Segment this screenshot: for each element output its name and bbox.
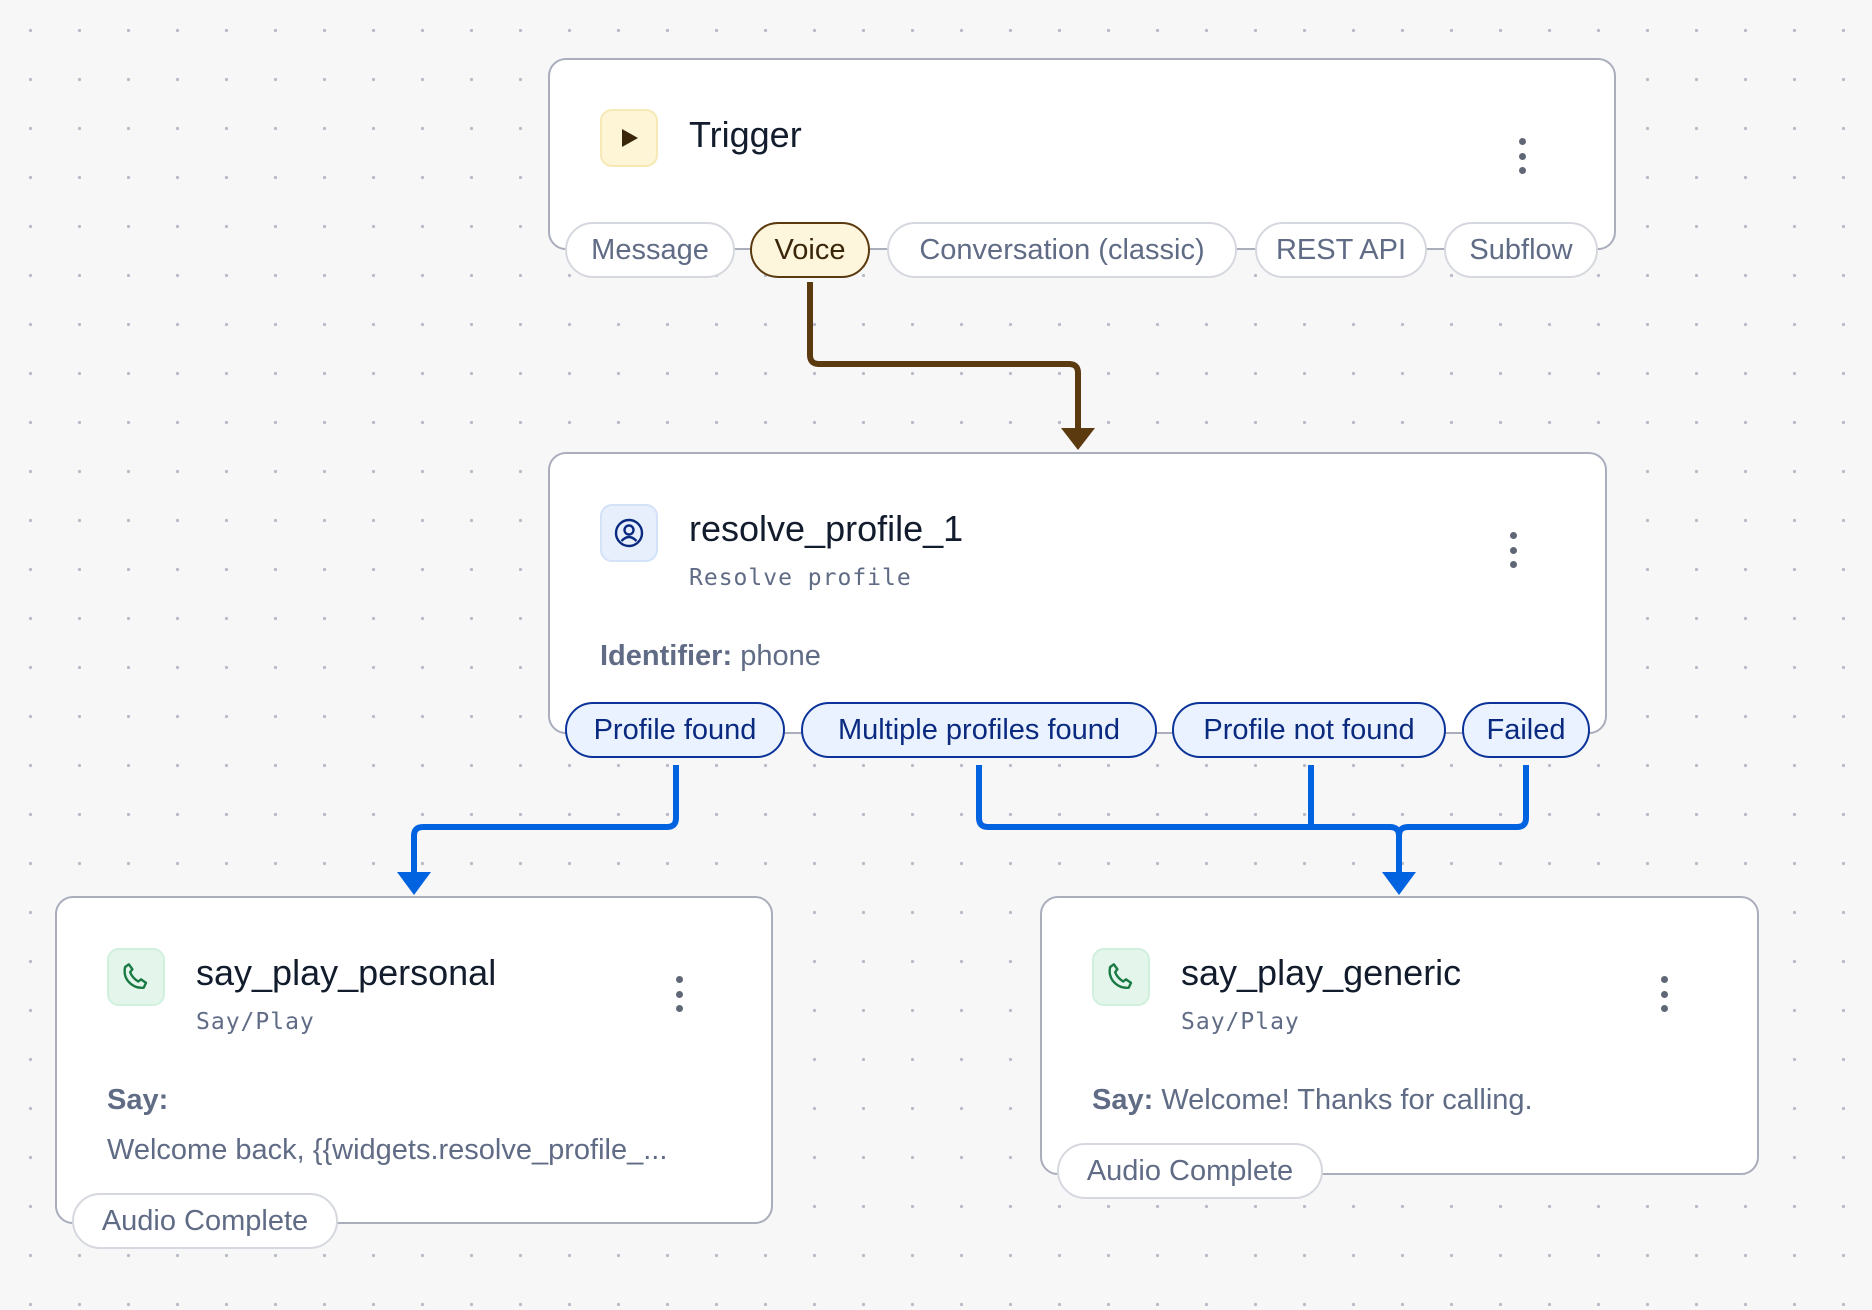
kebab-dot-icon bbox=[1660, 1005, 1668, 1012]
voice-connection-arrow bbox=[1061, 428, 1095, 450]
kebab-dot-icon bbox=[1509, 546, 1517, 554]
identifier-value: phone bbox=[740, 640, 821, 672]
widget-type-label: Say/Play bbox=[196, 1009, 315, 1035]
kebab-dot-icon bbox=[1660, 976, 1668, 983]
port-profile-found[interactable]: Profile found bbox=[565, 702, 785, 758]
widget-title: say_play_generic bbox=[1181, 952, 1462, 993]
say-label: Say: bbox=[1092, 1084, 1154, 1116]
widget-title: Trigger bbox=[689, 114, 802, 155]
say-label: Say: bbox=[107, 1084, 169, 1116]
user-profile-icon bbox=[600, 504, 658, 562]
kebab-dot-icon bbox=[675, 1005, 683, 1012]
widget-type-label: Say/Play bbox=[1181, 1009, 1300, 1035]
generic-connection-arrow bbox=[1382, 872, 1416, 895]
port-failed[interactable]: Failed bbox=[1462, 702, 1590, 758]
kebab-dot-icon bbox=[1509, 561, 1517, 568]
kebab-dot-icon bbox=[1509, 532, 1517, 539]
profile-found-connection-line[interactable] bbox=[411, 765, 679, 875]
resolve-profile-widget[interactable]: resolve_profile_1 Resolve profile Identi… bbox=[548, 452, 1607, 734]
port-audio-complete[interactable]: Audio Complete bbox=[1057, 1143, 1323, 1199]
port-voice[interactable]: Voice bbox=[750, 222, 870, 278]
phone-icon bbox=[107, 948, 165, 1006]
port-profile-not-found[interactable]: Profile not found bbox=[1172, 702, 1446, 758]
widget-menu-button[interactable] bbox=[667, 972, 691, 1016]
say-play-generic-widget[interactable]: say_play_generic Say/Play Say: Welcome! … bbox=[1040, 896, 1759, 1175]
play-icon bbox=[600, 109, 658, 167]
say-play-personal-widget[interactable]: say_play_personal Say/Play Say: Welcome … bbox=[55, 896, 773, 1224]
identifier-detail: Identifier: phone bbox=[600, 638, 821, 674]
kebab-dot-icon bbox=[1518, 138, 1526, 145]
identifier-label: Identifier: bbox=[600, 640, 733, 672]
port-rest-api[interactable]: REST API bbox=[1255, 222, 1427, 278]
port-multiple-profiles-found[interactable]: Multiple profiles found bbox=[801, 702, 1157, 758]
voice-connection-line[interactable] bbox=[807, 282, 1081, 430]
phone-icon bbox=[1092, 948, 1150, 1006]
widget-type-label: Resolve profile bbox=[689, 565, 912, 591]
port-conversation-classic[interactable]: Conversation (classic) bbox=[887, 222, 1237, 278]
kebab-dot-icon bbox=[1518, 152, 1526, 160]
say-value: Welcome back, {{widgets.resolve_profile_… bbox=[107, 1134, 668, 1166]
multiple-profiles-connection-line[interactable] bbox=[976, 765, 1402, 875]
profile-found-connection-arrow bbox=[397, 872, 431, 895]
kebab-dot-icon bbox=[675, 976, 683, 983]
widget-menu-button[interactable] bbox=[1510, 134, 1534, 178]
kebab-dot-icon bbox=[1518, 167, 1526, 174]
say-value: Welcome! Thanks for calling. bbox=[1161, 1084, 1533, 1116]
say-detail: Say: Welcome! Thanks for calling. bbox=[1092, 1082, 1533, 1118]
kebab-dot-icon bbox=[1660, 990, 1668, 998]
failed-connection-line[interactable] bbox=[1396, 765, 1529, 875]
port-subflow[interactable]: Subflow bbox=[1444, 222, 1598, 278]
port-message[interactable]: Message bbox=[565, 222, 735, 278]
widget-menu-button[interactable] bbox=[1652, 972, 1676, 1016]
widget-title: say_play_personal bbox=[196, 952, 497, 993]
widget-menu-button[interactable] bbox=[1501, 528, 1525, 572]
kebab-dot-icon bbox=[675, 990, 683, 998]
widget-title: resolve_profile_1 bbox=[689, 508, 964, 549]
port-audio-complete[interactable]: Audio Complete bbox=[72, 1193, 338, 1249]
